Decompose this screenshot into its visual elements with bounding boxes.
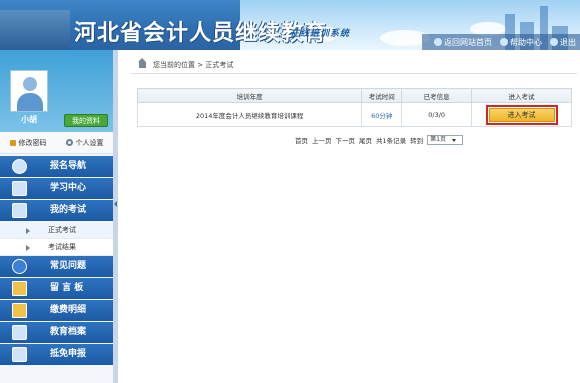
sidebar-item-label: 我的考试 <box>50 205 87 215</box>
page-select-value: 第1页 <box>430 136 446 143</box>
sidebar-subitem-label: 正式考试 <box>48 226 76 234</box>
username: 小胡 <box>21 115 37 124</box>
sidebar-subitem-formal-exam[interactable]: 正式考试 <box>0 222 113 239</box>
gear-icon <box>65 139 73 146</box>
cell-duration: 60分钟 <box>361 102 403 127</box>
archive-icon <box>12 325 27 340</box>
home-link[interactable]: 返回网站首页 <box>434 37 492 48</box>
home-link-label: 返回网站首页 <box>444 37 492 47</box>
pagination: 首页 上一页 下一页 尾页 共1条记录 转到 第1页 <box>295 135 463 145</box>
change-password-label: 修改密码 <box>18 138 47 147</box>
col-header-enter: 进入考试 <box>471 88 572 103</box>
first-page-link[interactable]: 首页 <box>295 135 308 145</box>
exit-icon <box>550 38 558 46</box>
checklist-icon <box>12 203 27 218</box>
help-icon <box>500 38 508 46</box>
enter-exam-button[interactable]: 进入考试 <box>488 107 555 122</box>
sidebar-subitem-label: 考试结果 <box>48 243 76 251</box>
sidebar-item-message-board[interactable]: 留 言 板 <box>0 278 113 299</box>
collapse-arrow-icon <box>114 201 117 207</box>
personal-settings-label: 个人设置 <box>75 138 104 147</box>
breadcrumb: 您当前的位置 > 正式考试 <box>131 58 577 74</box>
enter-exam-highlight: 进入考试 <box>485 104 558 125</box>
arrow-right-icon <box>26 245 30 251</box>
sidebar-item-payment-details[interactable]: 缴费明细 <box>0 300 113 321</box>
sidebar-item-label: 学习中心 <box>50 183 87 193</box>
exam-table: 培训年度 考试时间 已考信息 进入考试 2014年度会计人员继续教育培训课程 6… <box>136 88 572 127</box>
profile-panel: 小胡 我的资料 <box>0 50 113 132</box>
sidebar-item-label: 缴费明细 <box>50 305 87 315</box>
lock-icon <box>9 139 16 146</box>
monitor-icon <box>12 181 27 196</box>
page: 河北省会计人员继续教育 在线培训系统 返回网站首页 帮助中心 退出 小胡 我的资… <box>0 0 580 383</box>
sidebar-collapse-handle[interactable] <box>113 50 118 383</box>
sidebar-item-label: 常见问题 <box>50 261 87 271</box>
arrow-right-icon <box>26 228 30 234</box>
my-info-button[interactable]: 我的资料 <box>64 114 108 127</box>
chevron-down-icon <box>451 138 456 142</box>
profile-links: 修改密码 个人设置 <box>0 132 113 154</box>
exit-label: 退出 <box>560 37 576 47</box>
sidebar: 小胡 我的资料 修改密码 个人设置 报名导航 学习中心 我的考试 正式考试 考试… <box>0 50 113 383</box>
help-center-label: 帮助中心 <box>510 37 542 47</box>
page-select[interactable]: 第1页 <box>427 135 463 145</box>
avatar <box>10 70 48 112</box>
home-icon <box>434 38 442 46</box>
sidebar-item-label: 报名导航 <box>50 161 87 171</box>
col-header-attempts: 已考信息 <box>401 88 473 103</box>
help-center-link[interactable]: 帮助中心 <box>500 37 542 48</box>
sidebar-item-label: 留 言 板 <box>50 283 84 293</box>
sidebar-item-credit-declaration[interactable]: 抵免申报 <box>0 344 113 365</box>
col-header-year: 培训年度 <box>136 88 363 103</box>
compass-icon <box>12 159 27 174</box>
table-row: 2014年度会计人员继续教育培训课程 60分钟 0/3/0 进入考试 <box>136 102 572 127</box>
sidebar-nav: 报名导航 学习中心 我的考试 正式考试 考试结果 常见问题 留 言 板 缴费明细… <box>0 156 113 366</box>
col-header-duration: 考试时间 <box>361 88 403 103</box>
message-icon <box>12 281 27 296</box>
last-page-link[interactable]: 尾页 <box>359 135 372 145</box>
top-links: 返回网站首页 帮助中心 退出 <box>422 34 580 50</box>
sidebar-subitem-exam-results[interactable]: 考试结果 <box>0 239 113 256</box>
my-exams-subnav: 正式考试 考试结果 <box>0 222 113 256</box>
header-banner: 河北省会计人员继续教育 在线培训系统 返回网站首页 帮助中心 退出 <box>0 0 580 50</box>
building-decor <box>0 10 70 50</box>
sidebar-item-learning-center[interactable]: 学习中心 <box>0 178 113 199</box>
next-page-link[interactable]: 下一页 <box>336 135 356 145</box>
total-records: 共1条记录 <box>376 137 407 145</box>
declare-icon <box>12 347 27 362</box>
sidebar-item-education-archive[interactable]: 教育档案 <box>0 322 113 343</box>
avatar-body <box>17 93 43 111</box>
cell-enter: 进入考试 <box>471 102 572 127</box>
help-icon <box>12 259 27 274</box>
personal-settings-link[interactable]: 个人设置 <box>65 138 104 148</box>
home-icon <box>138 58 146 68</box>
main-content: 您当前的位置 > 正式考试 培训年度 考试时间 已考信息 进入考试 2014年度… <box>120 50 580 383</box>
prev-page-link[interactable]: 上一页 <box>312 135 332 145</box>
change-password-link[interactable]: 修改密码 <box>9 138 47 148</box>
goto-label: 转到 <box>410 137 424 145</box>
sidebar-item-label: 抵免申报 <box>50 349 87 359</box>
breadcrumb-text: 您当前的位置 > 正式考试 <box>153 61 234 69</box>
table-header-row: 培训年度 考试时间 已考信息 进入考试 <box>136 88 572 103</box>
site-subtitle: 在线培训系统 <box>290 29 351 39</box>
exit-link[interactable]: 退出 <box>550 37 576 48</box>
sidebar-item-label: 教育档案 <box>50 327 87 337</box>
avatar-head <box>23 77 37 91</box>
sidebar-item-my-exams[interactable]: 我的考试 <box>0 200 113 221</box>
sidebar-item-faq[interactable]: 常见问题 <box>0 256 113 277</box>
cell-attempts: 0/3/0 <box>401 102 473 127</box>
folder-icon <box>12 303 27 318</box>
sidebar-item-registration[interactable]: 报名导航 <box>0 156 113 177</box>
cell-year: 2014年度会计人员继续教育培训课程 <box>136 102 363 127</box>
